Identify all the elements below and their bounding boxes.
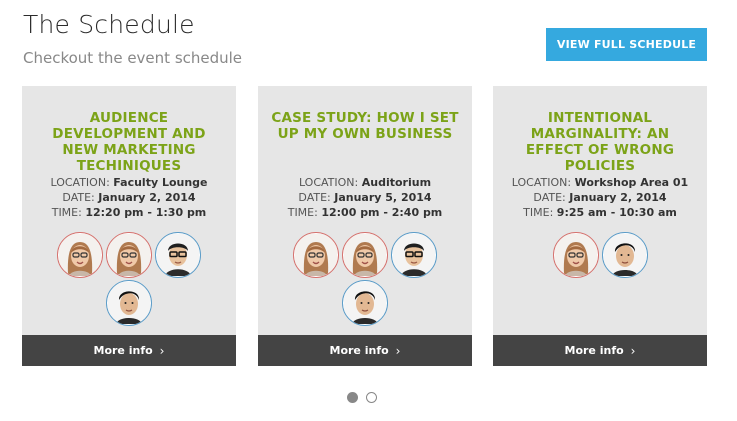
male-speaker-glasses-avatar bbox=[391, 232, 437, 278]
female-speaker-avatar bbox=[57, 232, 103, 278]
view-full-schedule-button[interactable]: VIEW FULL SCHEDULE bbox=[546, 28, 707, 61]
event-date: January 2, 2014 bbox=[569, 191, 667, 204]
pagination-dot-1[interactable] bbox=[347, 392, 358, 403]
event-card: AUDIENCE DEVELOPMENT AND NEW MARKETING T… bbox=[22, 86, 236, 366]
chevron-right-icon: › bbox=[159, 343, 165, 358]
location-label: LOCATION: bbox=[298, 176, 359, 189]
event-title: INTENTIONAL MARGINALITY: AN EFFECT OF WR… bbox=[525, 110, 675, 174]
more-info-button[interactable]: More info › bbox=[493, 335, 707, 366]
event-title: CASE STUDY: HOW I SET UP MY OWN BUSINESS bbox=[271, 110, 459, 142]
event-date: January 5, 2014 bbox=[334, 191, 432, 204]
male-speaker-avatar bbox=[106, 280, 152, 326]
event-details: LOCATION: Faculty Lounge DATE: January 2… bbox=[22, 175, 236, 220]
female-speaker-avatar bbox=[552, 232, 599, 278]
event-location: Faculty Lounge bbox=[113, 176, 208, 189]
event-date: January 2, 2014 bbox=[98, 191, 196, 204]
more-info-button[interactable]: More info › bbox=[22, 335, 236, 366]
more-info-label: More info bbox=[564, 344, 624, 357]
event-time: 12:00 pm - 2:40 pm bbox=[321, 206, 443, 219]
speaker-list bbox=[282, 232, 448, 326]
female-speaker-avatar bbox=[293, 232, 339, 278]
time-label: TIME: bbox=[287, 206, 318, 219]
event-card: CASE STUDY: HOW I SET UP MY OWN BUSINESS… bbox=[258, 86, 472, 366]
event-time: 9:25 am - 10:30 am bbox=[556, 206, 677, 219]
speaker-list bbox=[517, 232, 683, 278]
date-label: DATE: bbox=[62, 191, 95, 204]
pagination-dot-2[interactable] bbox=[366, 392, 377, 403]
location-label: LOCATION: bbox=[50, 176, 110, 189]
more-info-label: More info bbox=[329, 344, 389, 357]
female-speaker-avatar bbox=[342, 232, 388, 278]
time-label: TIME: bbox=[51, 206, 82, 219]
carousel-pagination bbox=[347, 392, 377, 403]
male-speaker-avatar bbox=[601, 232, 648, 278]
event-title: AUDIENCE DEVELOPMENT AND NEW MARKETING T… bbox=[52, 110, 206, 174]
event-details: LOCATION: Auditorium DATE: January 5, 20… bbox=[258, 175, 472, 220]
speaker-list bbox=[46, 232, 212, 326]
male-speaker-avatar bbox=[342, 280, 388, 326]
event-time: 12:20 pm - 1:30 pm bbox=[85, 206, 207, 219]
page-title: The Schedule bbox=[23, 10, 195, 39]
location-label: LOCATION: bbox=[511, 176, 572, 189]
chevron-right-icon: › bbox=[630, 343, 636, 358]
female-speaker-avatar bbox=[106, 232, 152, 278]
male-speaker-glasses-avatar bbox=[155, 232, 201, 278]
event-details: LOCATION: Workshop Area 01 DATE: January… bbox=[493, 175, 707, 220]
event-location: Workshop Area 01 bbox=[574, 176, 689, 189]
date-label: DATE: bbox=[298, 191, 331, 204]
date-label: DATE: bbox=[533, 191, 566, 204]
more-info-button[interactable]: More info › bbox=[258, 335, 472, 366]
page-subtitle: Checkout the event schedule bbox=[23, 49, 243, 67]
event-card: INTENTIONAL MARGINALITY: AN EFFECT OF WR… bbox=[493, 86, 707, 366]
event-location: Auditorium bbox=[361, 176, 432, 189]
time-label: TIME: bbox=[523, 206, 554, 219]
chevron-right-icon: › bbox=[395, 343, 401, 358]
more-info-label: More info bbox=[93, 344, 153, 357]
